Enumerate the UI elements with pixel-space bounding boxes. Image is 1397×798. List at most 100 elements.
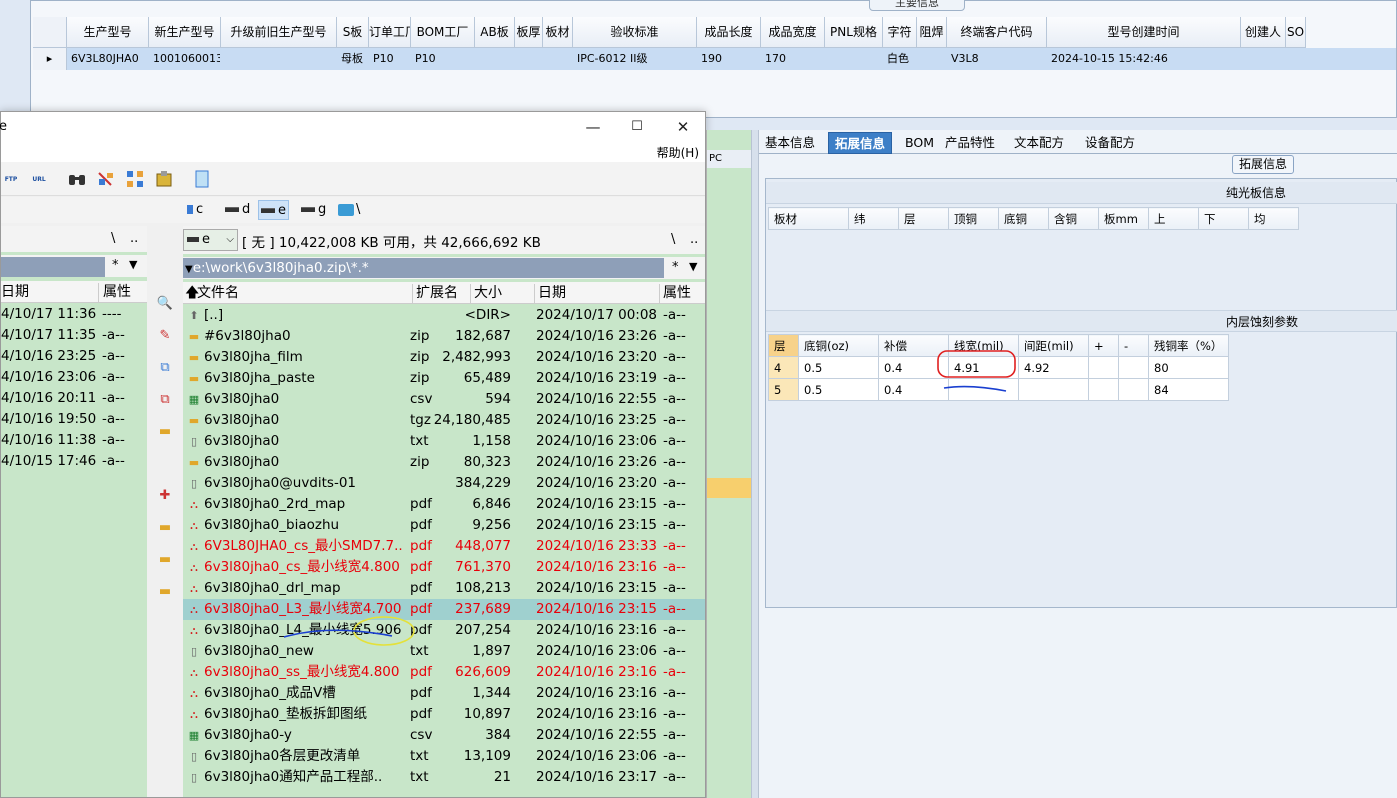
grid-cell[interactable]: P10 [369, 48, 411, 70]
file-row[interactable]: ▯ 6v3l80jha0通知产品工程部.. txt 21 2024/10/16 23:1… [183, 767, 705, 788]
new-folder-icon[interactable]: ▬ [156, 423, 174, 441]
col-name[interactable]: 文件名 [197, 284, 239, 304]
grid-cell[interactable]: 10010600133130 [149, 48, 221, 70]
left-file-row[interactable]: 4/10/16 23:06 -a-- [1, 367, 147, 388]
bare-board-col-header[interactable]: 纬 [848, 207, 899, 230]
inner-etch-cell[interactable] [1118, 378, 1149, 401]
inner-etch-cell[interactable]: 80 [1148, 356, 1229, 379]
inner-etch-col-header[interactable]: 底铜(oz) [798, 334, 879, 357]
left-file-row[interactable]: 4/10/16 20:11 -a-- [1, 388, 147, 409]
file-row[interactable]: ⛬ 6V3L80JHA0_cs_最小SMD7.7.. pdf 448,077 2024/… [183, 536, 705, 557]
inner-etch-col-header[interactable]: 层 [768, 334, 799, 357]
grid-col-header[interactable]: 生产型号 [67, 17, 149, 48]
grid-cell[interactable] [825, 48, 883, 70]
inner-etch-row[interactable]: 4 0.5 0.4 4.91 4.92 80 [768, 356, 1229, 379]
left-file-row[interactable]: 4/10/16 19:50 -a-- [1, 409, 147, 430]
menu-help[interactable]: 帮助(H) [657, 144, 699, 161]
file-row[interactable]: ▦ 6v3l80jha0 csv 594 2024/10/16 22:55 -a-- [183, 389, 705, 410]
folder-icon[interactable]: ▬ [156, 551, 174, 569]
inner-etch-cell[interactable]: 0.4 [878, 378, 949, 401]
tab-text-recipe[interactable]: 文本配方 [1008, 132, 1070, 154]
grid-cell[interactable]: 母板 [337, 48, 369, 70]
file-row[interactable]: ⛬ 6v3l80jha0_成品V槽 pdf 1,344 2024/10/16 23:16… [183, 683, 705, 704]
grid-col-header[interactable]: 创建人 [1241, 17, 1286, 48]
chevron-down-icon[interactable]: ▼ [129, 258, 137, 271]
file-row[interactable]: ⛬ 6v3l80jha0_cs_最小线宽4.800 pdf 761,370 2024/1… [183, 557, 705, 578]
grid-col-header[interactable]: 成品宽度 [761, 17, 825, 48]
window-titlebar[interactable]: e — ☐ ✕ [0, 112, 705, 142]
file-row[interactable]: ▬ 6v3l80jha_paste zip 65,489 2024/10/16 23:1… [183, 368, 705, 389]
inner-etch-cell[interactable]: 4.92 [1018, 356, 1089, 379]
inner-etch-col-header[interactable]: 补偿 [878, 334, 949, 357]
inner-etch-cell[interactable]: 84 [1148, 378, 1229, 401]
right-nav-up-button[interactable]: .. [690, 232, 698, 247]
copy-icon[interactable]: ⧉ [156, 359, 174, 377]
left-nav-root-button[interactable]: \ [111, 231, 115, 246]
col-size[interactable]: 大小 [470, 284, 502, 304]
col-date[interactable]: 日期 [534, 284, 566, 304]
notepad-icon[interactable] [192, 169, 212, 189]
file-row[interactable]: ▬ 6v3l80jha0 zip 80,323 2024/10/16 23:26 -a-- [183, 452, 705, 473]
grid-col-header[interactable]: 升级前旧生产型号 [221, 17, 337, 48]
chevron-down-icon[interactable]: ▼ [689, 260, 697, 273]
inner-etch-col-header[interactable]: + [1088, 334, 1119, 357]
inner-etch-col-header[interactable]: 残铜率（%） [1148, 334, 1229, 357]
inner-etch-cell[interactable] [1018, 378, 1089, 401]
file-row[interactable]: ▬ 6v3l80jha_film zip 2,482,993 2024/10/16 23… [183, 347, 705, 368]
grid-cell[interactable] [475, 48, 515, 70]
inner-etch-row[interactable]: 5 0.5 0.4 84 [768, 378, 1229, 401]
left-file-row[interactable]: 4/10/16 23:25 -a-- [1, 346, 147, 367]
drive-g-button[interactable]: g [299, 200, 328, 220]
ftp-icon[interactable]: FTP [1, 169, 21, 189]
file-row[interactable]: ▦ 6v3l80jha0-y csv 384 2024/10/16 22:55 -a-- [183, 725, 705, 746]
grid-cell[interactable] [917, 48, 947, 70]
grid-cell[interactable]: 170 [761, 48, 825, 70]
tab-extended-info[interactable]: 拓展信息 [828, 132, 893, 154]
file-row[interactable]: ▯ 6v3l80jha0@uvdits-01 384,229 2024/10/16 2… [183, 473, 705, 494]
grid-col-header[interactable]: SO [1286, 17, 1306, 48]
inner-etch-col-header[interactable]: 线宽(mil) [948, 334, 1019, 357]
inner-etch-cell[interactable]: 5 [768, 378, 799, 401]
grid-col-header[interactable]: BOM工厂 [411, 17, 475, 48]
file-row[interactable]: ⛬ 6v3l80jha0_2rd_map pdf 6,846 2024/10/16 23… [183, 494, 705, 515]
bare-board-col-header[interactable]: 底铜 [998, 207, 1049, 230]
grid-cell[interactable]: V3L8 [947, 48, 1047, 70]
col-attr[interactable]: 属性 [659, 284, 691, 304]
drive-e-button[interactable]: e [258, 200, 289, 220]
bare-board-col-header[interactable]: 板材 [768, 207, 849, 230]
grid-col-header[interactable]: PNL规格 [825, 17, 883, 48]
edit-icon[interactable]: ✎ [156, 327, 174, 345]
grid-cell[interactable] [221, 48, 337, 70]
grid-col-header[interactable]: AB板 [475, 17, 515, 48]
grid-col-header[interactable]: S板 [337, 17, 369, 48]
right-path-field[interactable]: ▼e:\work\6v3l80jha0.zip\*.* [183, 258, 664, 278]
grid-col-header[interactable]: 终端客户代码 [947, 17, 1047, 48]
inner-etch-col-header[interactable]: - [1118, 334, 1149, 357]
maximize-icon[interactable]: ☐ [623, 116, 651, 138]
bare-board-col-header[interactable]: 上 [1148, 207, 1199, 230]
inner-etch-cell[interactable]: 4.91 [948, 356, 1019, 379]
url-icon[interactable]: URL [29, 169, 49, 189]
inner-etch-cell[interactable]: 4 [768, 356, 799, 379]
file-row[interactable]: ⛬ 6v3l80jha0_drl_map pdf 108,213 2024/10/16 … [183, 578, 705, 599]
file-row[interactable]: ▯ 6v3l80jha0 txt 1,158 2024/10/16 23:06 -a-- [183, 431, 705, 452]
grid-cell[interactable]: 6V3L80JHA0 [67, 48, 149, 70]
inner-etch-cell[interactable] [1088, 378, 1119, 401]
grid-cell[interactable] [1286, 48, 1306, 70]
left-file-row[interactable]: 4/10/16 11:38 -a-- [1, 430, 147, 451]
grid-cell[interactable] [1241, 48, 1286, 70]
grid-data-row[interactable]: ▸6V3L80JHA010010600133130母板P10P10IPC-601… [33, 48, 1396, 70]
grid-col-header[interactable]: 新生产型号 [149, 17, 221, 48]
network-drive-button[interactable]: \ [336, 200, 362, 220]
inner-etch-cell[interactable] [948, 378, 1019, 401]
left-col-date[interactable]: 日期 [1, 283, 29, 303]
bare-board-col-header[interactable]: 均 [1248, 207, 1299, 230]
folder-add-icon[interactable]: ▬ [156, 519, 174, 537]
file-row[interactable]: ⛬ 6v3l80jha0_L3_最小线宽4.700 pdf 237,689 2024/1… [183, 599, 705, 620]
left-file-row[interactable]: 4/10/17 11:36 ---- [1, 304, 147, 325]
file-row[interactable]: ⛬ 6v3l80jha0_L4_最小线宽5.906 pdf 207,254 2024/1… [183, 620, 705, 641]
inner-etch-cell[interactable]: 0.5 [798, 356, 879, 379]
grid-cell[interactable]: P10 [411, 48, 475, 70]
file-row[interactable]: ▬ 6v3l80jha0 tgz 24,180,485 2024/10/16 23:25… [183, 410, 705, 431]
folder-open-icon[interactable]: ▬ [156, 583, 174, 601]
